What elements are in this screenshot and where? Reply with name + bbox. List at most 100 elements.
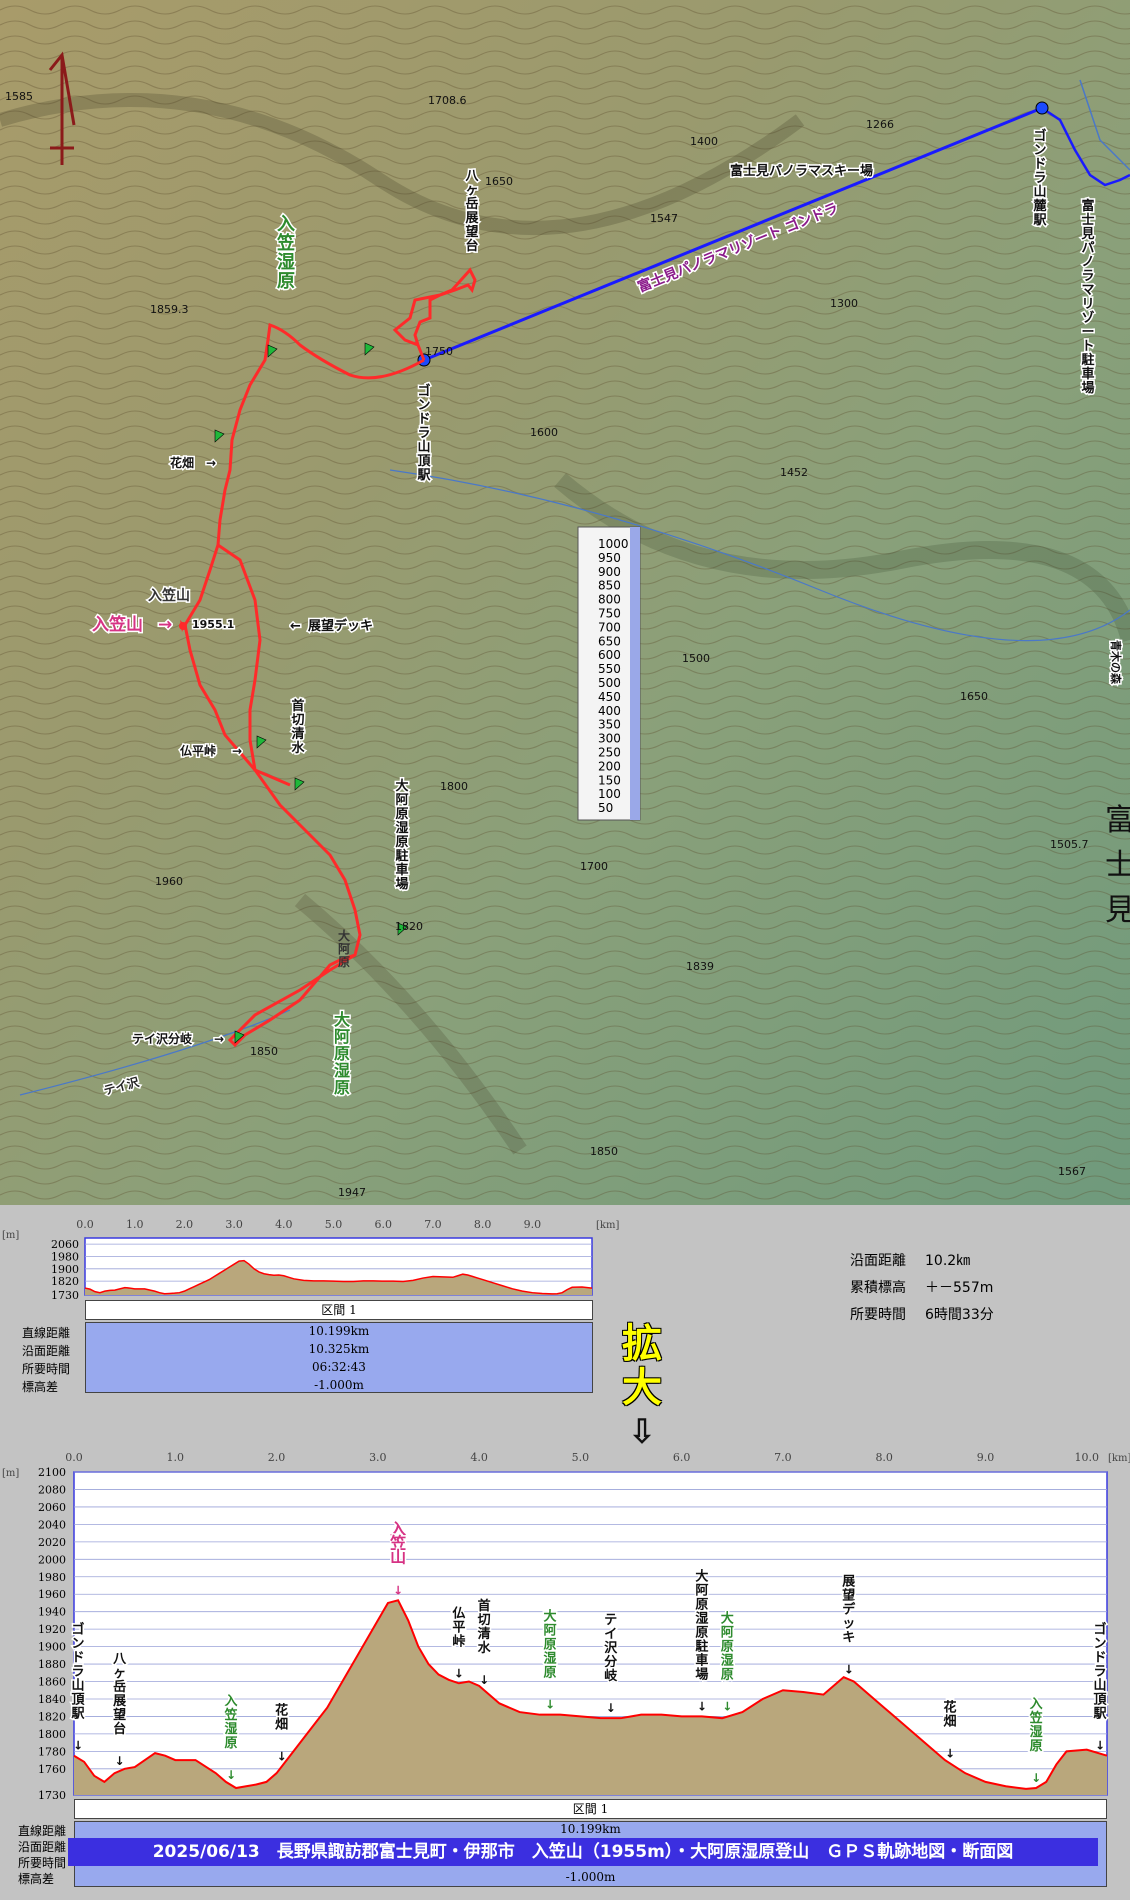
svg-text:ノ: ノ bbox=[1081, 255, 1094, 270]
map-elevation-label: 1266 bbox=[866, 118, 894, 131]
svg-text:リ: リ bbox=[1081, 297, 1094, 312]
annotation-arrow-icon: ↓ bbox=[479, 1673, 489, 1687]
map-elevation-label: 1750 bbox=[425, 345, 453, 358]
svg-text:原: 原 bbox=[1030, 1739, 1043, 1754]
svg-text:場: 場 bbox=[1081, 380, 1094, 396]
map-label-buppei: 仏平峠 bbox=[180, 743, 216, 758]
large-x-tick: 1.0 bbox=[167, 1451, 185, 1464]
profile-annotation: テイ沢分岐 bbox=[603, 1612, 620, 1686]
map-label-summit-elev: 1955.1 bbox=[192, 618, 234, 631]
small-row-label: 標高差 bbox=[22, 1380, 59, 1394]
large-x-tick: 4.0 bbox=[470, 1451, 488, 1464]
svg-text:阿: 阿 bbox=[695, 1583, 708, 1598]
profile-annotation: ゴンドラ山頂駅 bbox=[1091, 1620, 1109, 1723]
profile-annotation: 大阿原湿原駐車場 bbox=[694, 1567, 710, 1684]
large-x-tick: 7.0 bbox=[774, 1451, 792, 1464]
svg-text:望: 望 bbox=[842, 1587, 855, 1603]
small-row-value: 10.325km bbox=[308, 1342, 370, 1356]
annotation-arrow-icon: ↓ bbox=[697, 1699, 707, 1713]
large-y-tick: 2020 bbox=[38, 1536, 66, 1549]
svg-text:阿: 阿 bbox=[543, 1624, 556, 1639]
svg-text:駐: 駐 bbox=[1081, 352, 1094, 368]
svg-text:ラ: ラ bbox=[1081, 269, 1094, 284]
profile-annotation: 入笠湿原 bbox=[1027, 1696, 1044, 1756]
svg-text:ゴ: ゴ bbox=[1033, 128, 1046, 144]
large-y-tick: 1860 bbox=[38, 1676, 66, 1689]
legend-scale-value: 50 bbox=[598, 801, 613, 815]
svg-text:切: 切 bbox=[291, 713, 304, 728]
large-x-tick: 2.0 bbox=[268, 1451, 286, 1464]
annotation-arrow-icon: ↓ bbox=[545, 1698, 555, 1712]
legend-scale-value: 300 bbox=[598, 732, 621, 746]
expand-char-1: 拡 bbox=[622, 1321, 662, 1367]
large-row-label: 直線距離 bbox=[18, 1824, 67, 1838]
small-section-label: 区間 1 bbox=[85, 1300, 593, 1320]
svg-text:ヶ: ヶ bbox=[465, 183, 478, 198]
svg-text:原: 原 bbox=[395, 835, 408, 850]
svg-text:車: 車 bbox=[1081, 366, 1094, 382]
svg-text:湿: 湿 bbox=[695, 1611, 708, 1626]
profile-annotation: 入笠山 bbox=[388, 1518, 408, 1568]
svg-text:士: 士 bbox=[1081, 212, 1094, 228]
annotation-arrow-icon: ↓ bbox=[393, 1583, 403, 1597]
svg-text:台: 台 bbox=[113, 1721, 126, 1737]
small-x-tick: 4.0 bbox=[275, 1218, 293, 1231]
map-elevation-label: 1850 bbox=[250, 1045, 278, 1058]
svg-text:阿: 阿 bbox=[395, 793, 408, 808]
svg-text:デ: デ bbox=[842, 1601, 856, 1617]
large-y-tick: 1840 bbox=[38, 1693, 66, 1706]
map-label-oahara-marsh: 大阿原湿原 bbox=[331, 1009, 351, 1099]
small-row-label: 所要時間 bbox=[22, 1362, 71, 1376]
svg-text:山: 山 bbox=[71, 1678, 84, 1694]
small-x-tick: 0.0 bbox=[76, 1218, 94, 1231]
svg-text:望: 望 bbox=[113, 1707, 126, 1723]
svg-text:展: 展 bbox=[113, 1694, 127, 1709]
svg-text:畑: 畑 bbox=[944, 1714, 957, 1729]
annotation-arrow-icon: ↓ bbox=[115, 1754, 125, 1768]
small-x-tick: 6.0 bbox=[374, 1218, 392, 1231]
svg-text:ラ: ラ bbox=[1093, 1665, 1106, 1680]
large-y-tick: 1780 bbox=[38, 1745, 66, 1758]
svg-text:水: 水 bbox=[291, 740, 305, 756]
svg-text:笠: 笠 bbox=[276, 232, 295, 254]
map-elevation-label: 1800 bbox=[440, 780, 468, 793]
map-elevation-label: 1839 bbox=[686, 960, 714, 973]
annotation-arrow-icon: ↓ bbox=[844, 1662, 854, 1676]
map-arrow-teizawa: → bbox=[214, 1032, 224, 1046]
legend-scale-value: 100 bbox=[598, 787, 621, 801]
map-label-summit: 入笠山 bbox=[92, 614, 143, 635]
legend-scale-value: 650 bbox=[598, 634, 621, 648]
map-elevation-label: 1947 bbox=[338, 1186, 366, 1199]
svg-text:ン: ン bbox=[71, 1637, 84, 1652]
svg-text:仏: 仏 bbox=[452, 1606, 465, 1621]
legend-scale-value: 1000 bbox=[598, 537, 629, 551]
svg-text:沢: 沢 bbox=[604, 1640, 618, 1656]
small-x-tick: 3.0 bbox=[225, 1218, 243, 1231]
small-row-value: 10.199km bbox=[308, 1324, 370, 1338]
map-elevation-label: 1567 bbox=[1058, 1165, 1086, 1178]
svg-text:山: 山 bbox=[1093, 1678, 1106, 1694]
svg-text:ト: ト bbox=[1081, 339, 1094, 354]
svg-text:駅: 駅 bbox=[416, 468, 431, 483]
large-x-tick: 9.0 bbox=[977, 1451, 995, 1464]
svg-text:山: 山 bbox=[417, 439, 430, 455]
small-x-tick: 5.0 bbox=[325, 1218, 343, 1231]
expand-label: 拡 大 ⇩ bbox=[618, 1322, 666, 1454]
legend-scale-value: 850 bbox=[598, 579, 621, 593]
svg-text:入: 入 bbox=[224, 1694, 237, 1709]
svg-text:岳: 岳 bbox=[113, 1680, 126, 1695]
profile-annotation: 大阿原湿原 bbox=[542, 1607, 558, 1682]
svg-text:ゾ: ゾ bbox=[1081, 310, 1094, 326]
svg-text:八: 八 bbox=[464, 169, 479, 184]
annotation-arrow-icon: ↓ bbox=[226, 1768, 236, 1782]
map-arrow-view-deck: ← bbox=[290, 619, 301, 634]
map-label-view-deck: 展望デッキ bbox=[308, 618, 373, 634]
map-elevation-label: 1650 bbox=[485, 175, 513, 188]
legend-scale-value: 450 bbox=[598, 690, 621, 704]
annotation-arrow-icon: ↓ bbox=[454, 1666, 464, 1680]
large-section-label: 区間 1 bbox=[74, 1799, 1107, 1819]
svg-text:駅: 駅 bbox=[70, 1707, 85, 1722]
svg-text:ド: ド bbox=[1093, 1651, 1106, 1666]
large-y-tick: 2060 bbox=[38, 1501, 66, 1514]
small-y-tick: 1980 bbox=[51, 1250, 79, 1263]
